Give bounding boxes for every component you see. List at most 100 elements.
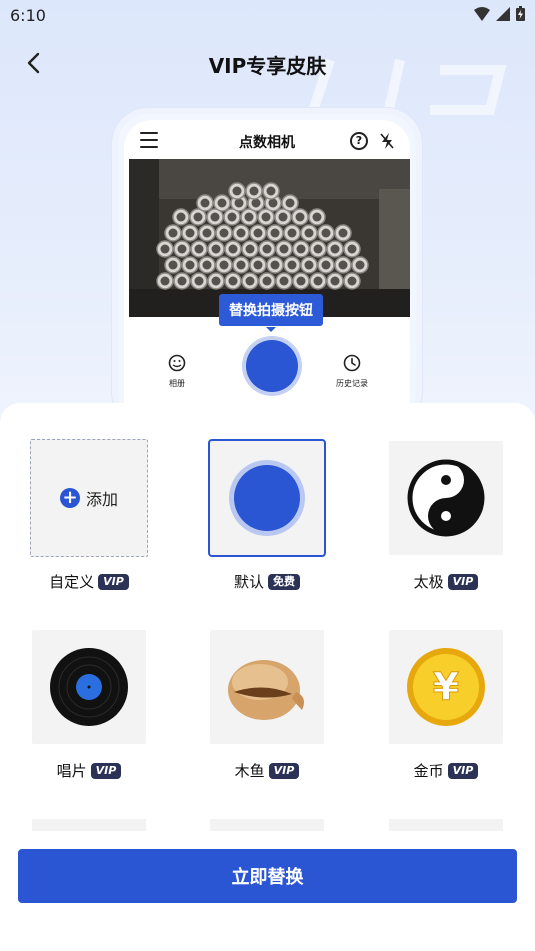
flash-off-icon xyxy=(380,133,394,149)
skin-option-partial[interactable] xyxy=(32,819,146,831)
skin-option-muyu[interactable]: 木鱼 VIP xyxy=(202,630,332,781)
skin-label: 太极 xyxy=(413,573,444,591)
battery-icon xyxy=(516,6,525,21)
album-button[interactable]: 相册 xyxy=(168,354,186,389)
pipe-hole xyxy=(211,244,221,254)
preview-topbar: 点数相机 ? xyxy=(124,126,410,156)
skin-label: 金币 xyxy=(413,762,444,780)
pipe-hole xyxy=(355,260,365,270)
pipe-hole xyxy=(236,228,246,238)
add-label: 添加 xyxy=(85,490,118,509)
phone-preview: 点数相机 ? 替换拍摄按钮 相册 历史记录 xyxy=(112,108,422,428)
history-button[interactable]: 历史记录 xyxy=(336,354,368,389)
pipe-hole xyxy=(253,260,263,270)
page-title: VIP专享皮肤 xyxy=(208,54,327,78)
pipe-hole xyxy=(219,228,229,238)
pipe-hole xyxy=(295,212,305,222)
vip-badge: VIP xyxy=(98,573,129,590)
pipe-hole xyxy=(304,260,314,270)
pipe-hole xyxy=(330,244,340,254)
pipe-hole xyxy=(245,244,255,254)
skin-option-custom[interactable]: + 添加 自定义 VIP xyxy=(24,439,154,592)
replace-now-button[interactable]: 立即替换 xyxy=(18,849,517,903)
pipe-hole xyxy=(279,276,289,286)
skin-label: 自定义 xyxy=(49,573,95,591)
pipe-hole xyxy=(236,260,246,270)
signal-icon xyxy=(496,6,510,21)
status-bar: 6:10 xyxy=(0,0,535,30)
pipe-hole xyxy=(321,260,331,270)
pipe-hole xyxy=(185,228,195,238)
skin-label: 唱片 xyxy=(56,762,87,780)
pipe-hole xyxy=(262,276,272,286)
shutter-button[interactable] xyxy=(242,336,302,396)
coin-skin-tile[interactable]: ¥ xyxy=(389,630,503,744)
pipe-hole xyxy=(253,228,263,238)
pipe-hole xyxy=(202,260,212,270)
wifi-icon xyxy=(474,6,490,21)
vip-badge: VIP xyxy=(90,762,122,779)
wooden-fish-icon xyxy=(228,660,304,720)
status-icons xyxy=(474,6,525,21)
vip-badge: VIP xyxy=(447,762,479,779)
pipe-hole xyxy=(228,244,238,254)
default-skin-tile[interactable] xyxy=(208,439,326,557)
default-shutter-icon xyxy=(229,460,305,536)
svg-text:¥: ¥ xyxy=(433,665,459,709)
taiji-skin-tile[interactable] xyxy=(389,441,503,555)
pipe-hole xyxy=(321,228,331,238)
pipe-hole xyxy=(244,212,254,222)
pipe-hole xyxy=(160,276,170,286)
pipe-hole xyxy=(268,198,278,208)
pipe-hole xyxy=(202,228,212,238)
skin-option-partial[interactable] xyxy=(210,819,324,831)
pipe-hole xyxy=(232,186,242,196)
pipe-hole xyxy=(210,212,220,222)
pipe-hole xyxy=(304,228,314,238)
skin-option-record[interactable]: 唱片 VIP xyxy=(24,630,154,781)
free-badge: 免费 xyxy=(268,573,300,590)
pipe-hole xyxy=(200,198,210,208)
pipe-hole xyxy=(194,276,204,286)
skin-option-partial[interactable] xyxy=(389,819,503,831)
pipe-hole xyxy=(296,244,306,254)
skin-option-default[interactable]: 默认 免费 xyxy=(202,439,332,592)
pipe-hole xyxy=(266,186,276,196)
pipe-hole xyxy=(338,260,348,270)
pipe-hole xyxy=(185,260,195,270)
pipe-hole xyxy=(211,276,221,286)
pipe-hole xyxy=(262,244,272,254)
muyu-skin-tile[interactable] xyxy=(210,630,324,744)
pipe-hole xyxy=(251,198,261,208)
pipe-hole xyxy=(219,260,229,270)
add-skin-tile[interactable]: + 添加 xyxy=(30,439,148,557)
help-icon: ? xyxy=(350,132,368,150)
pipe-hole xyxy=(287,260,297,270)
vip-badge: VIP xyxy=(268,762,300,779)
pipe-hole xyxy=(227,212,237,222)
yin-yang-icon xyxy=(407,459,485,537)
pipe-hole xyxy=(245,276,255,286)
vinyl-record-icon xyxy=(50,648,128,726)
gold-coin-icon: ¥ xyxy=(407,648,485,726)
pipe-hole xyxy=(347,244,357,254)
clock-icon xyxy=(343,354,361,372)
pipe-hole xyxy=(176,212,186,222)
pipe-hole xyxy=(160,244,170,254)
pipe-hole xyxy=(287,228,297,238)
record-skin-tile[interactable] xyxy=(32,630,146,744)
pipe-hole xyxy=(177,244,187,254)
pipe-hole xyxy=(177,276,187,286)
pipe-hole xyxy=(168,228,178,238)
pipe-hole xyxy=(228,276,238,286)
pipe-hole xyxy=(234,198,244,208)
pipe-hole xyxy=(338,228,348,238)
pipe-hole xyxy=(194,244,204,254)
pipe-hole xyxy=(279,244,289,254)
status-time: 6:10 xyxy=(10,6,46,25)
skin-option-coin[interactable]: ¥ 金币 VIP xyxy=(381,630,511,781)
skin-label: 默认 xyxy=(233,573,264,591)
skin-label: 木鱼 xyxy=(234,762,265,780)
pipe-hole xyxy=(296,276,306,286)
skin-option-taiji[interactable]: 太极 VIP xyxy=(381,441,511,592)
